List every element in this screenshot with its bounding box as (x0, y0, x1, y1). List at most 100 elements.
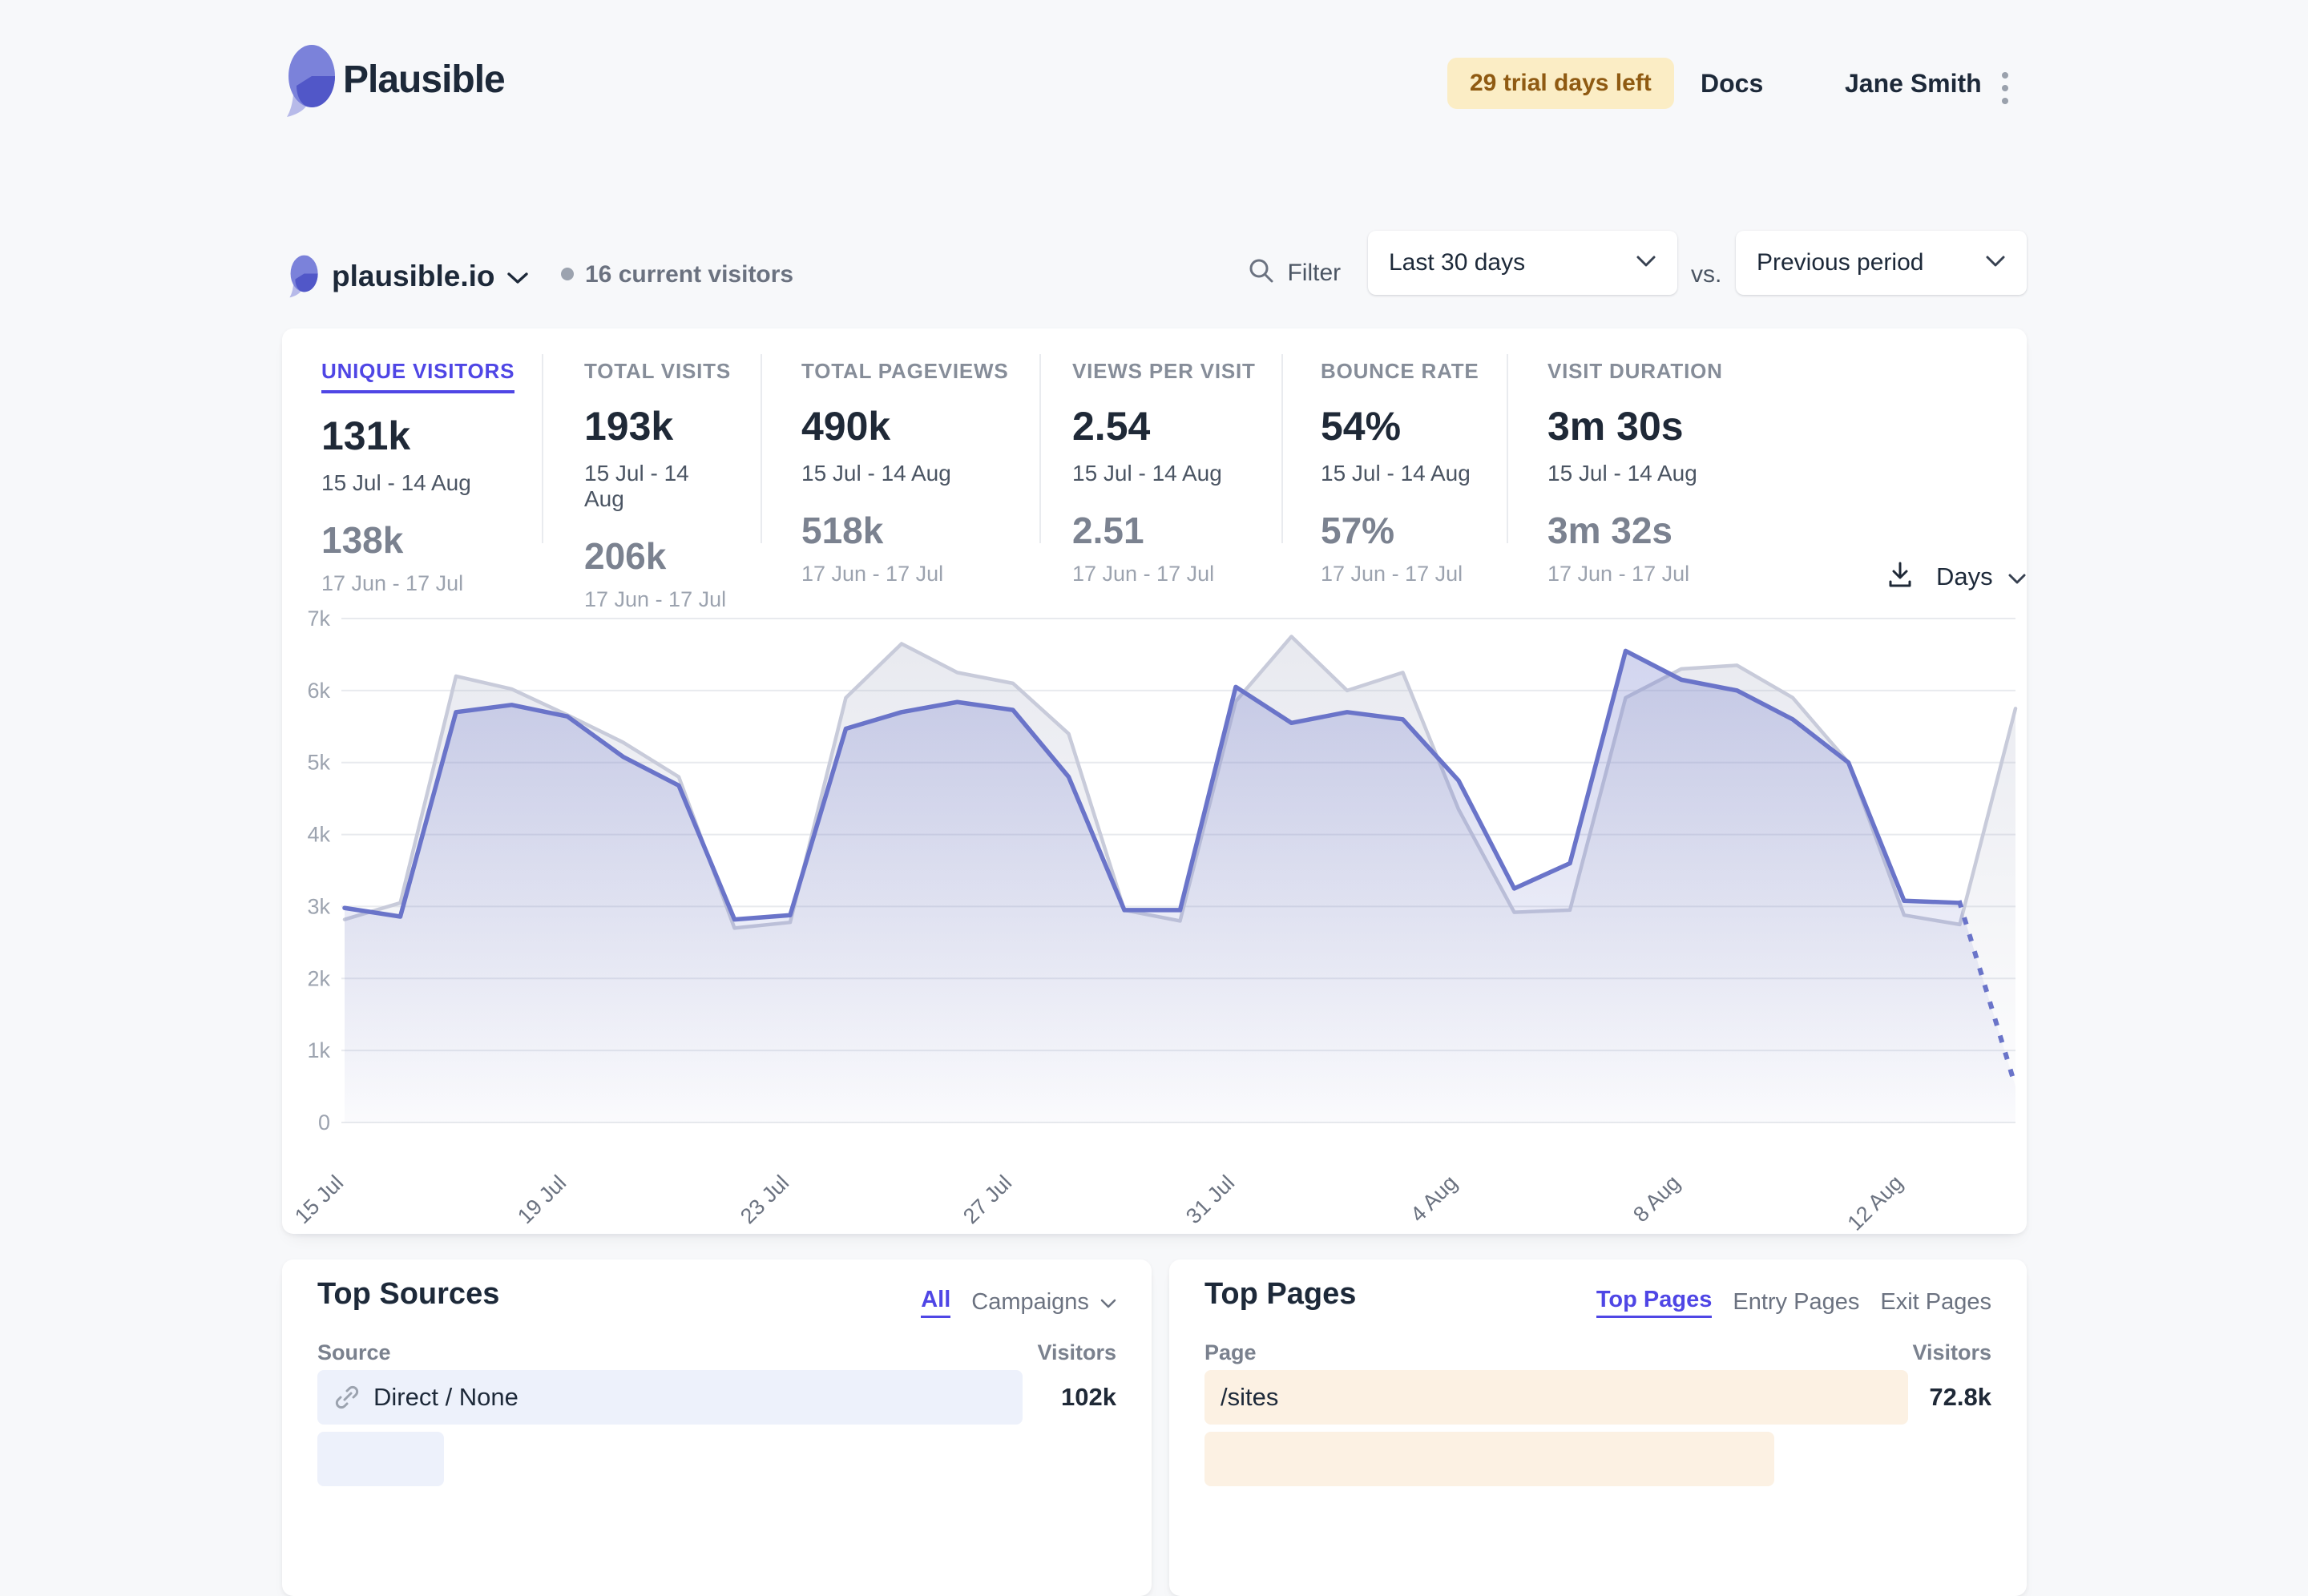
chart-svg: 01k2k3k4k5k6k7k15 Jul19 Jul23 Jul27 Jul3… (282, 601, 2027, 1248)
filter-label: Filter (1287, 260, 1341, 286)
chevron-down-icon (1985, 255, 2006, 272)
pages-visitors-header: Visitors (1912, 1340, 1991, 1365)
y-axis-tick: 1k (307, 1038, 330, 1062)
source-row[interactable]: Direct / None (317, 1370, 1152, 1425)
stat-prev-value: 518k (801, 509, 1009, 552)
top-sources-panel: Top Sources All Campaigns Source Visitor… (282, 1259, 1152, 1596)
stat-divider (1507, 354, 1508, 543)
stat-prev-value: 2.51 (1072, 509, 1256, 552)
stat-total-pageviews[interactable]: TOTAL PAGEVIEWS 490k 15 Jul - 14 Aug 518k 17… (801, 359, 1009, 586)
stat-views-per-visit[interactable]: VIEWS PER VISIT2.5415 Jul - 14 Aug2.5117… (1072, 359, 1256, 586)
x-axis-tick: 31 Jul (1181, 1171, 1239, 1228)
compare-value: Previous period (1757, 249, 1923, 276)
stat-divider (1281, 354, 1283, 543)
sources-col-header: Source (317, 1340, 391, 1365)
page-visitors-value: 72.8k (1929, 1370, 1991, 1425)
stat-value: 2.54 (1072, 403, 1256, 449)
site-selector[interactable]: plausible.io (332, 260, 495, 293)
tab-top-pages[interactable]: Top Pages (1596, 1287, 1713, 1318)
bar-fill (1204, 1432, 1774, 1486)
kebab-menu-icon[interactable] (2002, 66, 2008, 111)
visitors-line-chart[interactable]: 01k2k3k4k5k6k7k15 Jul19 Jul23 Jul27 Jul3… (282, 601, 2027, 1248)
x-axis-tick: 27 Jul (958, 1171, 1016, 1228)
stat-prev-period: 17 Jun - 17 Jul (801, 562, 1009, 586)
stat-divider (1039, 354, 1041, 543)
stat-divider (761, 354, 762, 543)
plausible-logo (285, 44, 337, 118)
docs-link[interactable]: Docs (1701, 69, 1763, 99)
link-icon (333, 1384, 361, 1411)
x-axis-tick: 12 Aug (1843, 1171, 1908, 1235)
y-axis-tick: 3k (307, 894, 330, 918)
interval-dropdown[interactable]: Days (1936, 562, 2027, 591)
y-axis-tick: 6k (307, 679, 330, 703)
stat-prev-value: 206k (584, 534, 731, 578)
stat-prev-value: 138k (321, 518, 514, 562)
filter-button[interactable]: Filter (1247, 256, 1341, 289)
stat-visit-duration[interactable]: VISIT DURATION 3m 30s 15 Jul - 14 Aug 3m 32… (1547, 359, 1723, 586)
page-row[interactable]: /sites (1204, 1370, 2027, 1425)
site-chevron-down-icon[interactable] (506, 271, 529, 289)
stat-total-visits[interactable]: TOTAL VISITS193k15 Jul - 14 Aug206k17 Ju… (584, 359, 731, 612)
x-axis-tick: 23 Jul (736, 1171, 793, 1228)
stat-prev-value: 57% (1321, 509, 1479, 552)
x-axis-tick: 4 Aug (1406, 1171, 1462, 1227)
stat-label[interactable]: VIEWS PER VISIT (1072, 359, 1256, 384)
top-pages-panel: Top Pages Top Pages Entry Pages Exit Pages… (1169, 1259, 2027, 1596)
sources-visitors-header: Visitors (1037, 1340, 1116, 1365)
stat-label[interactable]: UNIQUE VISITORS (321, 359, 514, 393)
brand-name: Plausible (343, 58, 505, 102)
site-favicon (288, 255, 319, 298)
x-axis-tick: 8 Aug (1628, 1171, 1685, 1227)
current-area (345, 651, 2015, 1122)
tab-exit-pages[interactable]: Exit Pages (1880, 1289, 1991, 1316)
stat-period: 15 Jul - 14 Aug (1547, 461, 1723, 486)
compare-dropdown[interactable]: Previous period (1736, 231, 2027, 295)
stat-value: 3m 30s (1547, 403, 1723, 449)
bar-fill (317, 1432, 444, 1486)
interval-value: Days (1936, 562, 1993, 590)
stat-label[interactable]: BOUNCE RATE (1321, 359, 1479, 384)
stat-label[interactable]: TOTAL PAGEVIEWS (801, 359, 1009, 384)
stat-value: 131k (321, 413, 514, 459)
stat-value: 54% (1321, 403, 1479, 449)
y-axis-tick: 0 (318, 1110, 330, 1135)
pages-col-header: Page (1204, 1340, 1257, 1365)
y-axis-tick: 4k (307, 823, 330, 847)
page-name[interactable]: /sites (1204, 1370, 2027, 1425)
current-visitors[interactable]: 16 current visitors (585, 261, 793, 288)
stat-period: 15 Jul - 14 Aug (1321, 461, 1479, 486)
chevron-down-icon (2007, 574, 2027, 588)
stat-label[interactable]: TOTAL VISITS (584, 359, 731, 384)
export-download-button[interactable] (1885, 559, 1915, 594)
stat-value: 490k (801, 403, 1009, 449)
user-menu[interactable]: Jane Smith (1845, 69, 1982, 99)
y-axis-tick: 2k (307, 966, 330, 990)
top-pages-title: Top Pages (1204, 1277, 1356, 1312)
y-axis-tick: 7k (307, 607, 330, 631)
stat-period: 15 Jul - 14 Aug (584, 461, 731, 512)
stat-prev-value: 3m 32s (1547, 509, 1723, 552)
stat-period: 15 Jul - 14 Aug (321, 470, 514, 496)
vs-label: vs. (1691, 261, 1721, 288)
stat-bounce-rate[interactable]: BOUNCE RATE54%15 Jul - 14 Aug57%17 Jun -… (1321, 359, 1479, 586)
top-sources-title: Top Sources (317, 1277, 499, 1312)
source-name[interactable]: Direct / None (317, 1370, 1152, 1425)
date-range-value: Last 30 days (1389, 249, 1525, 276)
live-dot-icon (561, 268, 574, 280)
stat-period: 15 Jul - 14 Aug (801, 461, 1009, 486)
search-icon (1247, 256, 1276, 289)
stat-prev-period: 17 Jun - 17 Jul (1072, 562, 1256, 586)
x-axis-tick: 15 Jul (290, 1171, 348, 1228)
stat-label[interactable]: VISIT DURATION (1547, 359, 1723, 384)
tab-entry-pages[interactable]: Entry Pages (1733, 1289, 1859, 1316)
tab-sources-all[interactable]: All (921, 1287, 950, 1318)
stat-unique-visitors[interactable]: UNIQUE VISITORS 131k 15 Jul - 14 Aug 138k 17… (321, 359, 514, 596)
stat-prev-period: 17 Jun - 17 Jul (1547, 562, 1723, 586)
stat-divider (542, 354, 543, 543)
y-axis-tick: 5k (307, 751, 330, 775)
tab-sources-campaigns[interactable]: Campaigns (971, 1289, 1116, 1316)
date-range-dropdown[interactable]: Last 30 days (1368, 231, 1677, 295)
stat-prev-period: 17 Jun - 17 Jul (321, 571, 514, 596)
trial-days-badge[interactable]: 29 trial days left (1447, 58, 1674, 109)
